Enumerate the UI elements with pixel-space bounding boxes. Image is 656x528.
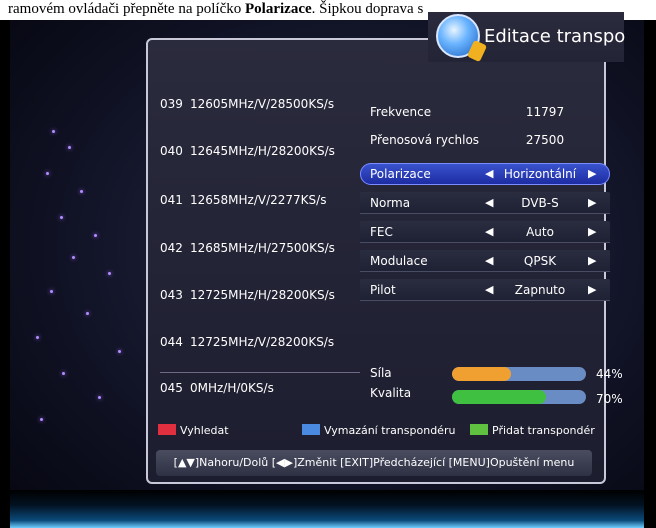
signal-strength-label: Síla — [370, 366, 392, 380]
transponder-row[interactable]: 045 0MHz/H/0KS/s — [160, 381, 365, 403]
prenosova-rychlost-field[interactable]: Přenosová rychlos 27500 — [360, 129, 610, 153]
signal-strength-value: 44% — [596, 367, 623, 381]
transponder-number: 041 — [160, 193, 183, 207]
signal-strength-bar — [452, 367, 586, 381]
transponder-number: 039 — [160, 97, 183, 111]
caption-prefix: ramovém ovládači přepněte na políčko — [8, 1, 245, 17]
transponder-desc: 12658MHz/V/2277KS/s — [190, 193, 327, 207]
decor-star — [50, 290, 53, 293]
field-value: 11797 — [525, 105, 565, 119]
blue-key-swatch — [302, 424, 320, 435]
signal-quality-bar — [452, 390, 586, 404]
field-label: Pilot — [370, 283, 396, 297]
arrow-right-icon[interactable]: ▶ — [588, 283, 596, 296]
field-label: FEC — [370, 225, 393, 239]
red-key-swatch — [158, 424, 176, 435]
decor-star — [46, 172, 49, 175]
arrow-right-icon[interactable]: ▶ — [588, 254, 596, 267]
transponder-row[interactable]: 043 12725MHz/H/28200KS/s — [160, 288, 365, 310]
decor-star — [40, 418, 43, 421]
transponder-number: 045 — [160, 381, 183, 395]
signal-quality-label: Kvalita — [370, 386, 412, 400]
transponder-number: 043 — [160, 288, 183, 302]
blue-key-label: Vymazání transpondéru — [324, 424, 456, 437]
norma-field[interactable]: Norma ◀ DVB-S ▶ — [360, 192, 610, 214]
blue-key-delete[interactable]: Vymazání transpondéru — [302, 424, 455, 437]
transponder-desc: 12685MHz/H/27500KS/s — [190, 241, 335, 255]
transponder-desc: 12725MHz/V/28200KS/s — [190, 335, 335, 349]
red-key-search[interactable]: Vyhledat — [158, 424, 229, 437]
transponder-number: 044 — [160, 335, 183, 349]
satellite-dish-icon — [436, 14, 488, 63]
green-key-swatch — [470, 424, 488, 435]
decor-star — [94, 234, 97, 237]
transponder-desc: 0MHz/H/0KS/s — [190, 381, 274, 395]
field-value: Zapnuto — [514, 283, 566, 297]
frekvence-field[interactable]: Frekvence 11797 — [360, 101, 610, 125]
transponder-row[interactable]: 042 12685MHz/H/27500KS/s — [160, 241, 365, 263]
caption-suffix: . Šipkou doprava s — [311, 1, 424, 17]
decor-star — [52, 130, 55, 133]
signal-quality-value: 70% — [596, 392, 623, 406]
field-label: Modulace — [370, 254, 428, 268]
decor-star — [118, 350, 121, 353]
polarizace-field[interactable]: Polarizace ◀ Horizontální ▶ — [360, 163, 610, 185]
transponder-desc: 12645MHz/H/28200KS/s — [190, 144, 335, 158]
field-value: DVB-S — [521, 196, 559, 210]
modulace-field[interactable]: Modulace ◀ QPSK ▶ — [360, 250, 610, 272]
transponder-row[interactable]: 044 12725MHz/V/28200KS/s — [160, 335, 365, 357]
field-label: Norma — [370, 196, 411, 210]
transponder-row[interactable]: 040 12645MHz/H/28200KS/s — [160, 144, 365, 166]
field-value: Horizontální — [503, 167, 577, 181]
green-key-add[interactable]: Přidat transpondér — [470, 424, 595, 437]
field-label: Polarizace — [370, 167, 431, 181]
pilot-field[interactable]: Pilot ◀ Zapnuto ▶ — [360, 279, 610, 301]
arrow-right-icon[interactable]: ▶ — [588, 167, 596, 180]
arrow-right-icon[interactable]: ▶ — [588, 196, 596, 209]
field-value: Auto — [526, 225, 554, 239]
field-label: Přenosová rychlos — [370, 133, 480, 147]
transponder-number: 040 — [160, 144, 183, 158]
red-key-label: Vyhledat — [180, 424, 229, 437]
field-label: Frekvence — [370, 105, 432, 119]
decor-star — [60, 216, 63, 219]
decor-star — [108, 272, 111, 275]
signal-quality-fill — [452, 390, 546, 404]
fec-field[interactable]: FEC ◀ Auto ▶ — [360, 221, 610, 243]
decor-star — [68, 146, 71, 149]
signal-strength-fill — [452, 367, 511, 381]
transponder-desc: 12725MHz/H/28200KS/s — [190, 288, 335, 302]
arrow-right-icon[interactable]: ▶ — [588, 225, 596, 238]
decor-star — [80, 190, 83, 193]
field-value: QPSK — [523, 254, 557, 268]
decor-star — [62, 372, 65, 375]
green-key-label: Přidat transpondér — [492, 424, 595, 437]
decor-star — [36, 336, 39, 339]
caption-bold: Polarizace — [245, 1, 312, 17]
transponder-desc: 12605MHz/V/28500KS/s — [190, 97, 335, 111]
transponder-number: 042 — [160, 241, 183, 255]
decor-star — [98, 396, 101, 399]
decor-star — [72, 256, 75, 259]
bottom-glow — [10, 490, 644, 528]
decor-star — [86, 312, 89, 315]
list-divider — [160, 372, 360, 373]
transponder-row[interactable]: 041 12658MHz/V/2277KS/s — [160, 193, 365, 215]
field-value: 27500 — [525, 133, 565, 147]
transponder-row[interactable]: 039 12605MHz/V/28500KS/s — [160, 97, 365, 119]
window-title: Editace transpo — [484, 26, 626, 47]
help-bar: [▲▼]Nahoru/Dolů [◀▶]Změnit [EXIT]Předchá… — [156, 450, 592, 476]
